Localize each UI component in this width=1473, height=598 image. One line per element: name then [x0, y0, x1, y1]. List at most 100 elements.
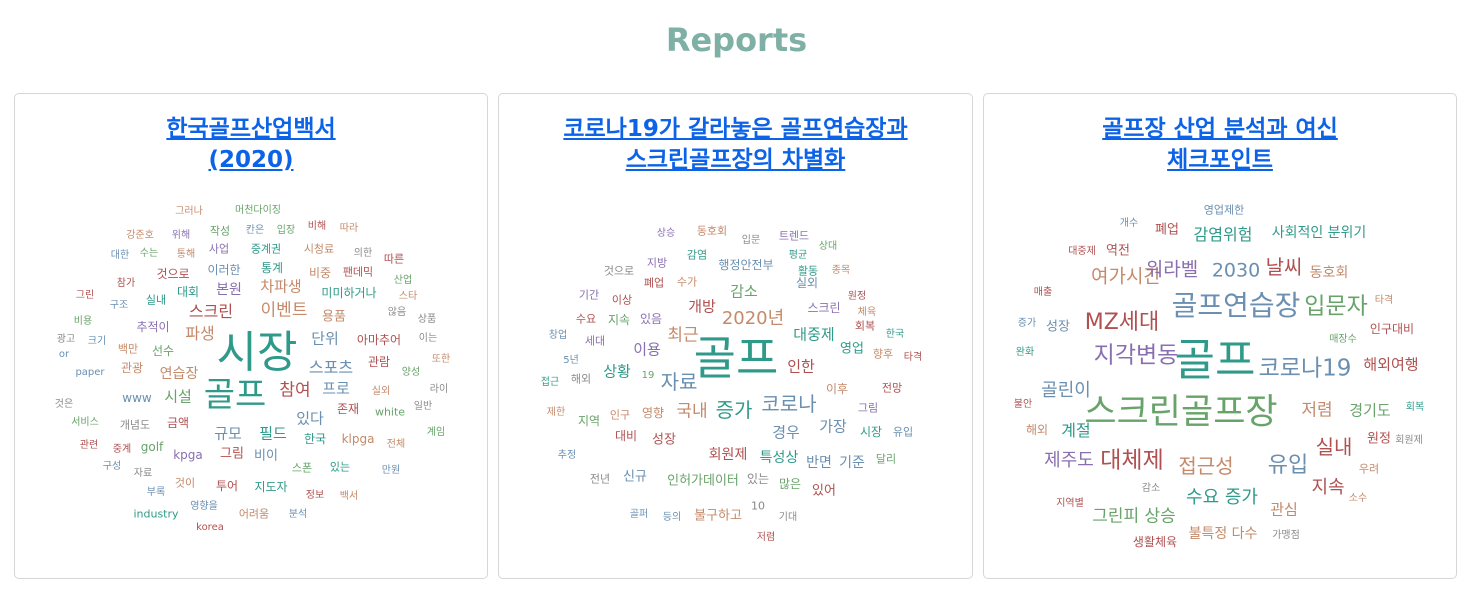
cloud-word: 우려 — [1358, 462, 1380, 476]
cloud-word: 해외 — [570, 372, 592, 386]
cloud-word: 사회적인 분위기 — [1271, 225, 1367, 241]
cloud-word: industry — [133, 507, 179, 521]
cloud-word: 해외 — [1025, 423, 1049, 437]
cloud-word: 2020년 — [721, 308, 785, 329]
cloud-word: 입장 — [276, 225, 296, 236]
cloud-word: 영향을 — [190, 501, 218, 512]
cloud-word: 전년 — [589, 472, 611, 486]
cloud-word: 칸은 — [245, 225, 265, 236]
report-card[interactable]: 한국골프산업백서 (2020) 그러나 머천다이징 강준호 위해 작성 칸은 입장 비해 따라 대… — [14, 93, 488, 579]
cloud-word: 실외 — [371, 386, 391, 397]
cloud-word: 세대 — [584, 334, 606, 348]
cloud-word: MZ세대 — [1084, 310, 1160, 335]
cloud-word: 작성 — [209, 224, 231, 238]
cloud-word: 것이 — [174, 476, 196, 490]
cloud-word: 부록 — [146, 487, 166, 498]
cloud-word: 선수 — [151, 344, 175, 358]
cloud-word: 생활체육 — [1132, 535, 1178, 549]
cloud-word: 그림 — [220, 446, 244, 462]
cloud-word: 그러나 — [175, 206, 203, 217]
cloud-word: 자료 — [660, 370, 698, 394]
cloud-word: 평균 — [788, 250, 808, 261]
cloud-word: 2030 — [1211, 259, 1261, 282]
cloud-word: 불안 — [1013, 399, 1033, 410]
cloud-word: 지도자 — [254, 480, 288, 494]
cloud-word: 지속 — [607, 313, 631, 327]
cloud-word: 정보 — [305, 490, 325, 501]
cloud-word: 수요 — [575, 312, 597, 326]
cloud-word: 대회 — [176, 285, 200, 299]
cloud-word: 유입 — [1267, 453, 1309, 478]
cloud-word: 가장 — [819, 417, 847, 436]
cloud-word: 것으로 — [603, 264, 635, 278]
word-cloud: 그러나 머천다이징 강준호 위해 작성 칸은 입장 비해 따라 대한 수는 통해 사업 중계권 시청료 의한 따… — [15, 94, 487, 578]
report-card[interactable]: 골프장 산업 분석과 여신 체크포인트 영업제한 개수 폐업 감염위험 사회적인 분위기… — [983, 93, 1457, 579]
cloud-word: 있어 — [812, 483, 836, 499]
cloud-word: 시장 — [859, 425, 883, 439]
cloud-word: 중계권 — [250, 242, 282, 256]
cloud-word: 향후 — [872, 347, 894, 361]
cloud-word: white — [374, 405, 406, 419]
cloud-word: 있는 — [329, 460, 351, 474]
cloud-word: 회원제 — [708, 447, 748, 463]
cloud-word: 대한 — [110, 250, 130, 261]
word-cloud: 상승 동호회 입문 트렌드 상대 감염 평균 지방 행정안전부 것으로 활동 종목 폐업 수가 실외 기간 이상… — [499, 94, 972, 578]
cloud-word: 영업제한 — [1203, 203, 1245, 217]
cloud-word: 매장수 — [1329, 334, 1357, 345]
cloud-word: kpga — [173, 448, 203, 462]
cloud-word: 완화 — [1015, 347, 1035, 358]
cloud-word: 코로나19 — [1258, 355, 1352, 382]
cloud-word: 골프 — [203, 375, 267, 415]
cloud-word: 골프 — [693, 331, 779, 385]
cloud-word: 있는 — [746, 472, 770, 486]
cloud-word: 골프 — [1174, 335, 1256, 386]
cloud-word: 유입 — [892, 425, 914, 439]
cloud-word: 산업 — [393, 275, 413, 286]
cloud-word: 스크린 — [188, 302, 234, 321]
cloud-word: 스포츠 — [308, 358, 354, 377]
cloud-word: 지각변동 — [1093, 342, 1179, 369]
report-card[interactable]: 코로나19가 갈라놓은 골프연습장과 스크린골프장의 차별화 상승 동호회 입문 트렌… — [498, 93, 973, 579]
cloud-word: 영업 — [840, 341, 864, 357]
cloud-word: 비이 — [254, 448, 278, 464]
cloud-word: 비용 — [73, 316, 93, 327]
cloud-word: 동호회 — [696, 224, 728, 238]
cloud-word: 회원제 — [1395, 435, 1423, 446]
cloud-word: 제한 — [546, 407, 566, 418]
cloud-word: 따라 — [339, 223, 359, 234]
cloud-word: 스크린 — [807, 301, 841, 315]
cloud-word: 계절 — [1061, 421, 1091, 440]
cloud-word: or — [58, 349, 70, 360]
cloud-word: 사업 — [208, 242, 230, 256]
cloud-word: 등의 — [662, 512, 682, 523]
cloud-word: 폐업 — [643, 276, 665, 290]
cloud-word: 타격 — [1374, 295, 1394, 306]
cloud-word: 참여 — [279, 380, 311, 401]
cloud-word: 국내 — [676, 401, 708, 422]
cloud-word: 인구 — [609, 408, 631, 422]
cloud-word: 양성 — [401, 367, 421, 378]
cloud-word: 단위 — [311, 329, 339, 348]
cloud-word: 골린이 — [1041, 380, 1091, 401]
cloud-word: 대중제 — [793, 325, 835, 344]
word-cloud: 영업제한 개수 폐업 감염위험 사회적인 분위기 대중제 역전 2030 여가시간 워라벨 날씨 동호… — [984, 94, 1456, 578]
cloud-word: 대비 — [614, 429, 638, 443]
cloud-word: 크기 — [87, 336, 107, 347]
cloud-word: 인허가데이터 — [667, 473, 739, 489]
cloud-word: 골퍼 — [629, 509, 649, 520]
cloud-word: 이벤트 — [260, 300, 308, 321]
cloud-word: 것으로 — [156, 267, 190, 281]
cloud-word: 접근 — [540, 377, 560, 388]
cloud-word: 그림 — [857, 401, 879, 415]
cloud-word: 전체 — [386, 439, 406, 450]
cloud-word: 기준 — [839, 455, 865, 471]
cloud-word: korea — [196, 522, 224, 533]
cloud-word: 대체제 — [1100, 447, 1164, 474]
cloud-word: 어려움 — [238, 507, 270, 521]
cloud-word: 개념도 — [119, 418, 151, 432]
cloud-word: 저렴 — [756, 532, 776, 543]
cloud-word: 스타 — [398, 291, 418, 302]
cloud-word: 달리 — [875, 452, 897, 466]
cloud-word: 동호회 — [1309, 265, 1349, 281]
cloud-word: paper — [75, 367, 105, 378]
